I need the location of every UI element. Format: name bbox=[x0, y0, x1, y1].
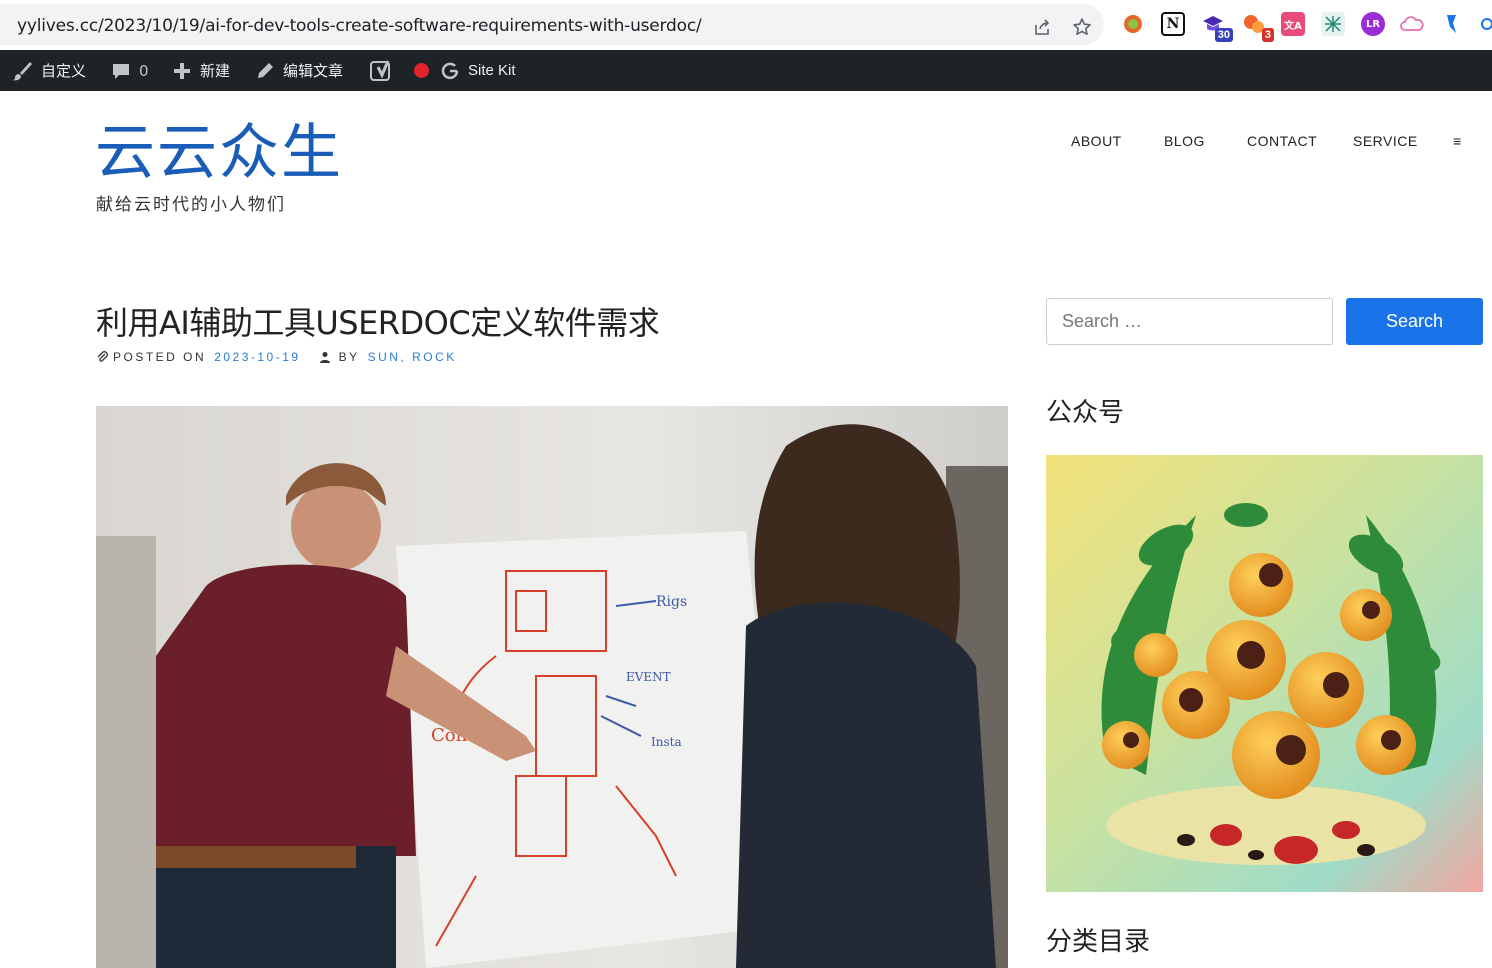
yoast-menu[interactable] bbox=[370, 50, 429, 91]
translate-extension-icon[interactable]: 文A bbox=[1281, 12, 1305, 36]
nav-blog[interactable]: BLOG bbox=[1164, 133, 1205, 149]
wp-admin-bar: 自定义 0 新建 编辑文章 Site Kit bbox=[0, 50, 1492, 91]
bubbles-extension-icon[interactable]: 3 bbox=[1242, 12, 1274, 42]
author-link[interactable]: SUN, ROCK bbox=[368, 350, 457, 364]
customize-link[interactable]: 自定义 bbox=[11, 50, 86, 91]
new-label: 新建 bbox=[200, 62, 231, 80]
site-description: 献给云时代的小人物们 bbox=[96, 195, 286, 215]
seo-status-dot bbox=[414, 63, 429, 78]
comment-icon bbox=[113, 63, 129, 79]
comments-count: 0 bbox=[139, 61, 149, 80]
comments-link[interactable]: 0 bbox=[111, 50, 149, 91]
by-label: BY bbox=[338, 350, 360, 364]
nav-service[interactable]: SERVICE bbox=[1353, 133, 1418, 149]
paperclip-icon bbox=[97, 350, 108, 362]
plus-icon bbox=[174, 62, 190, 79]
browser-toolbar: yylives.cc/2023/10/19/ai-for-dev-tools-c… bbox=[0, 0, 1492, 50]
circle-extension-icon[interactable] bbox=[1121, 12, 1145, 36]
svg-text:EVENT: EVENT bbox=[626, 670, 671, 684]
post-meta: POSTED ON 2023-10-19 BY SUN, ROCK bbox=[96, 350, 457, 364]
url-text[interactable]: yylives.cc/2023/10/19/ai-for-dev-tools-c… bbox=[17, 16, 702, 36]
star-icon[interactable] bbox=[1072, 17, 1092, 37]
sitekit-link[interactable]: Site Kit bbox=[440, 50, 516, 91]
brush-icon bbox=[12, 61, 32, 80]
pencil-icon bbox=[258, 62, 273, 78]
wechat-image bbox=[1046, 455, 1483, 892]
post-date-link[interactable]: 2023-10-19 bbox=[214, 350, 300, 364]
extension-badge: 30 bbox=[1214, 28, 1233, 42]
share-icon[interactable] bbox=[1032, 17, 1052, 37]
widget-title-wechat: 公众号 bbox=[1046, 398, 1125, 428]
post-title: 利用AI辅助工具USERDOC定义软件需求 bbox=[96, 304, 660, 342]
search-button[interactable]: Search bbox=[1346, 298, 1483, 345]
graduation-cap-extension-icon[interactable]: 30 bbox=[1201, 12, 1233, 42]
new-content-link[interactable]: 新建 bbox=[172, 50, 230, 91]
user-icon bbox=[319, 352, 330, 363]
google-g-icon bbox=[441, 62, 459, 79]
network-extension-icon[interactable] bbox=[1321, 12, 1345, 36]
posted-on-label: POSTED ON bbox=[113, 350, 207, 364]
search-extension-icon[interactable] bbox=[1478, 12, 1492, 36]
svg-text:Rigs: Rigs bbox=[656, 594, 687, 610]
address-bar[interactable]: yylives.cc/2023/10/19/ai-for-dev-tools-c… bbox=[0, 4, 1104, 45]
menu-toggle-icon[interactable]: ≡ bbox=[1453, 133, 1462, 149]
nav-contact[interactable]: CONTACT bbox=[1247, 133, 1317, 149]
nav-about[interactable]: ABOUT bbox=[1071, 133, 1122, 149]
cloud-extension-icon[interactable] bbox=[1400, 12, 1424, 36]
site-title[interactable]: 云云众生 bbox=[95, 118, 343, 188]
featured-image: Content Rigs EVENT Insta bbox=[96, 406, 1008, 968]
search-input[interactable] bbox=[1046, 298, 1333, 345]
svg-text:Insta: Insta bbox=[651, 735, 682, 749]
bookmark-extension-icon[interactable] bbox=[1440, 12, 1464, 36]
extension-badge: 3 bbox=[1261, 28, 1274, 42]
customize-label: 自定义 bbox=[41, 62, 87, 80]
sitekit-label: Site Kit bbox=[468, 62, 516, 79]
widget-title-categories: 分类目录 bbox=[1046, 927, 1151, 957]
edit-label: 编辑文章 bbox=[283, 62, 344, 80]
edit-post-link[interactable]: 编辑文章 bbox=[255, 50, 343, 91]
notion-icon[interactable]: N bbox=[1161, 12, 1185, 36]
yoast-icon bbox=[370, 59, 390, 81]
lr-extension-icon[interactable]: LR bbox=[1361, 12, 1385, 36]
